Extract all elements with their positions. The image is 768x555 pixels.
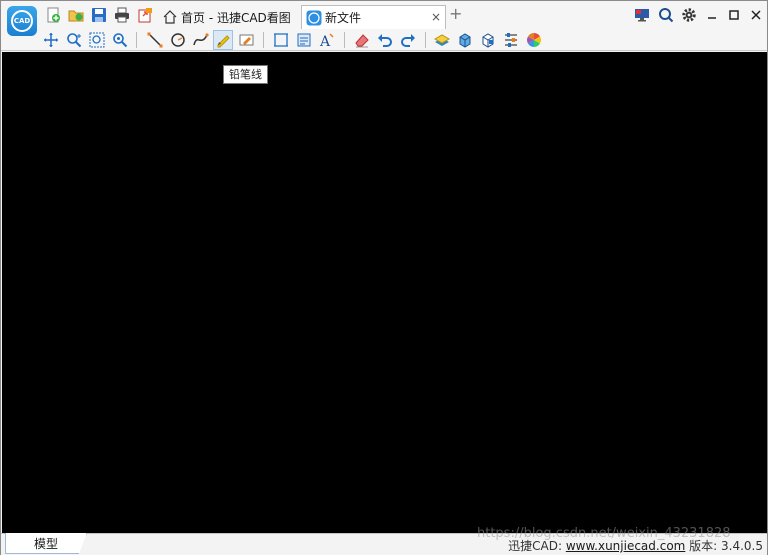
model-tab[interactable]: 模型 [5,533,87,554]
watermark: https://blog.csdn.net/weixin_43231828 [477,526,731,541]
svg-text:A: A [319,34,331,48]
website-link[interactable]: www.xunjiecad.com [566,539,686,553]
brand-label: 迅捷CAD: [508,539,566,553]
line-icon[interactable] [145,30,165,50]
zoom-extents-icon[interactable] [110,30,130,50]
tool-bar: A [1,29,767,51]
color-wheel-icon[interactable] [524,30,544,50]
toolbar-separator [136,32,137,48]
erase-draw-icon[interactable] [237,30,257,50]
rect-measure-icon[interactable] [271,30,291,50]
export-icon[interactable] [136,6,154,24]
tab-home[interactable]: 首页 - 迅捷CAD看图 [158,5,298,29]
zoom-window-icon[interactable] [87,30,107,50]
curve-icon[interactable] [191,30,211,50]
tab-home-label: 首页 - 迅捷CAD看图 [181,10,291,25]
app-logo-text: CAD [11,10,33,32]
pencil-line-icon[interactable] [213,30,233,50]
new-file-icon[interactable] [44,6,62,24]
3d-box-icon[interactable] [455,30,475,50]
3d-view-icon[interactable] [478,30,498,50]
tab-new-file[interactable]: 新文件 × [301,5,446,29]
toolbar-separator [263,32,264,48]
eraser-icon[interactable] [352,30,372,50]
maximize-icon[interactable] [727,7,741,23]
tab-close-icon[interactable]: × [431,10,441,24]
tab-new-file-label: 新文件 [325,11,362,25]
redo-icon[interactable] [398,30,418,50]
circle-icon[interactable] [168,30,188,50]
pan-icon[interactable] [41,30,61,50]
monitor-icon[interactable] [633,7,651,23]
print-icon[interactable] [113,6,131,24]
area-icon[interactable] [294,30,314,50]
open-file-icon[interactable] [67,6,85,24]
close-icon[interactable] [749,7,763,23]
app-window: CAD 首页 - 迅捷CAD看图 新文件 × + A 铅笔线 模型 迅捷CAD:… [0,0,768,555]
toolbar-separator [425,32,426,48]
save-icon[interactable] [90,6,108,24]
home-icon [162,9,178,25]
gear-icon[interactable] [680,7,698,23]
layer-icon[interactable] [432,30,452,50]
app-logo[interactable]: CAD [7,6,37,36]
new-tab-button[interactable]: + [449,6,462,22]
tooltip: 铅笔线 [223,65,268,84]
undo-icon[interactable] [375,30,395,50]
search-icon[interactable] [657,7,675,23]
minimize-icon[interactable] [705,7,719,23]
drawing-canvas[interactable] [2,52,767,533]
text-icon[interactable]: A [317,30,337,50]
zoom-icon[interactable] [64,30,84,50]
version-label: 版本: 3.4.0.5 [685,539,763,553]
cad-file-icon [306,10,322,26]
title-bar: CAD 首页 - 迅捷CAD看图 新文件 × + [1,1,767,36]
toolbar-separator [344,32,345,48]
properties-icon[interactable] [501,30,521,50]
